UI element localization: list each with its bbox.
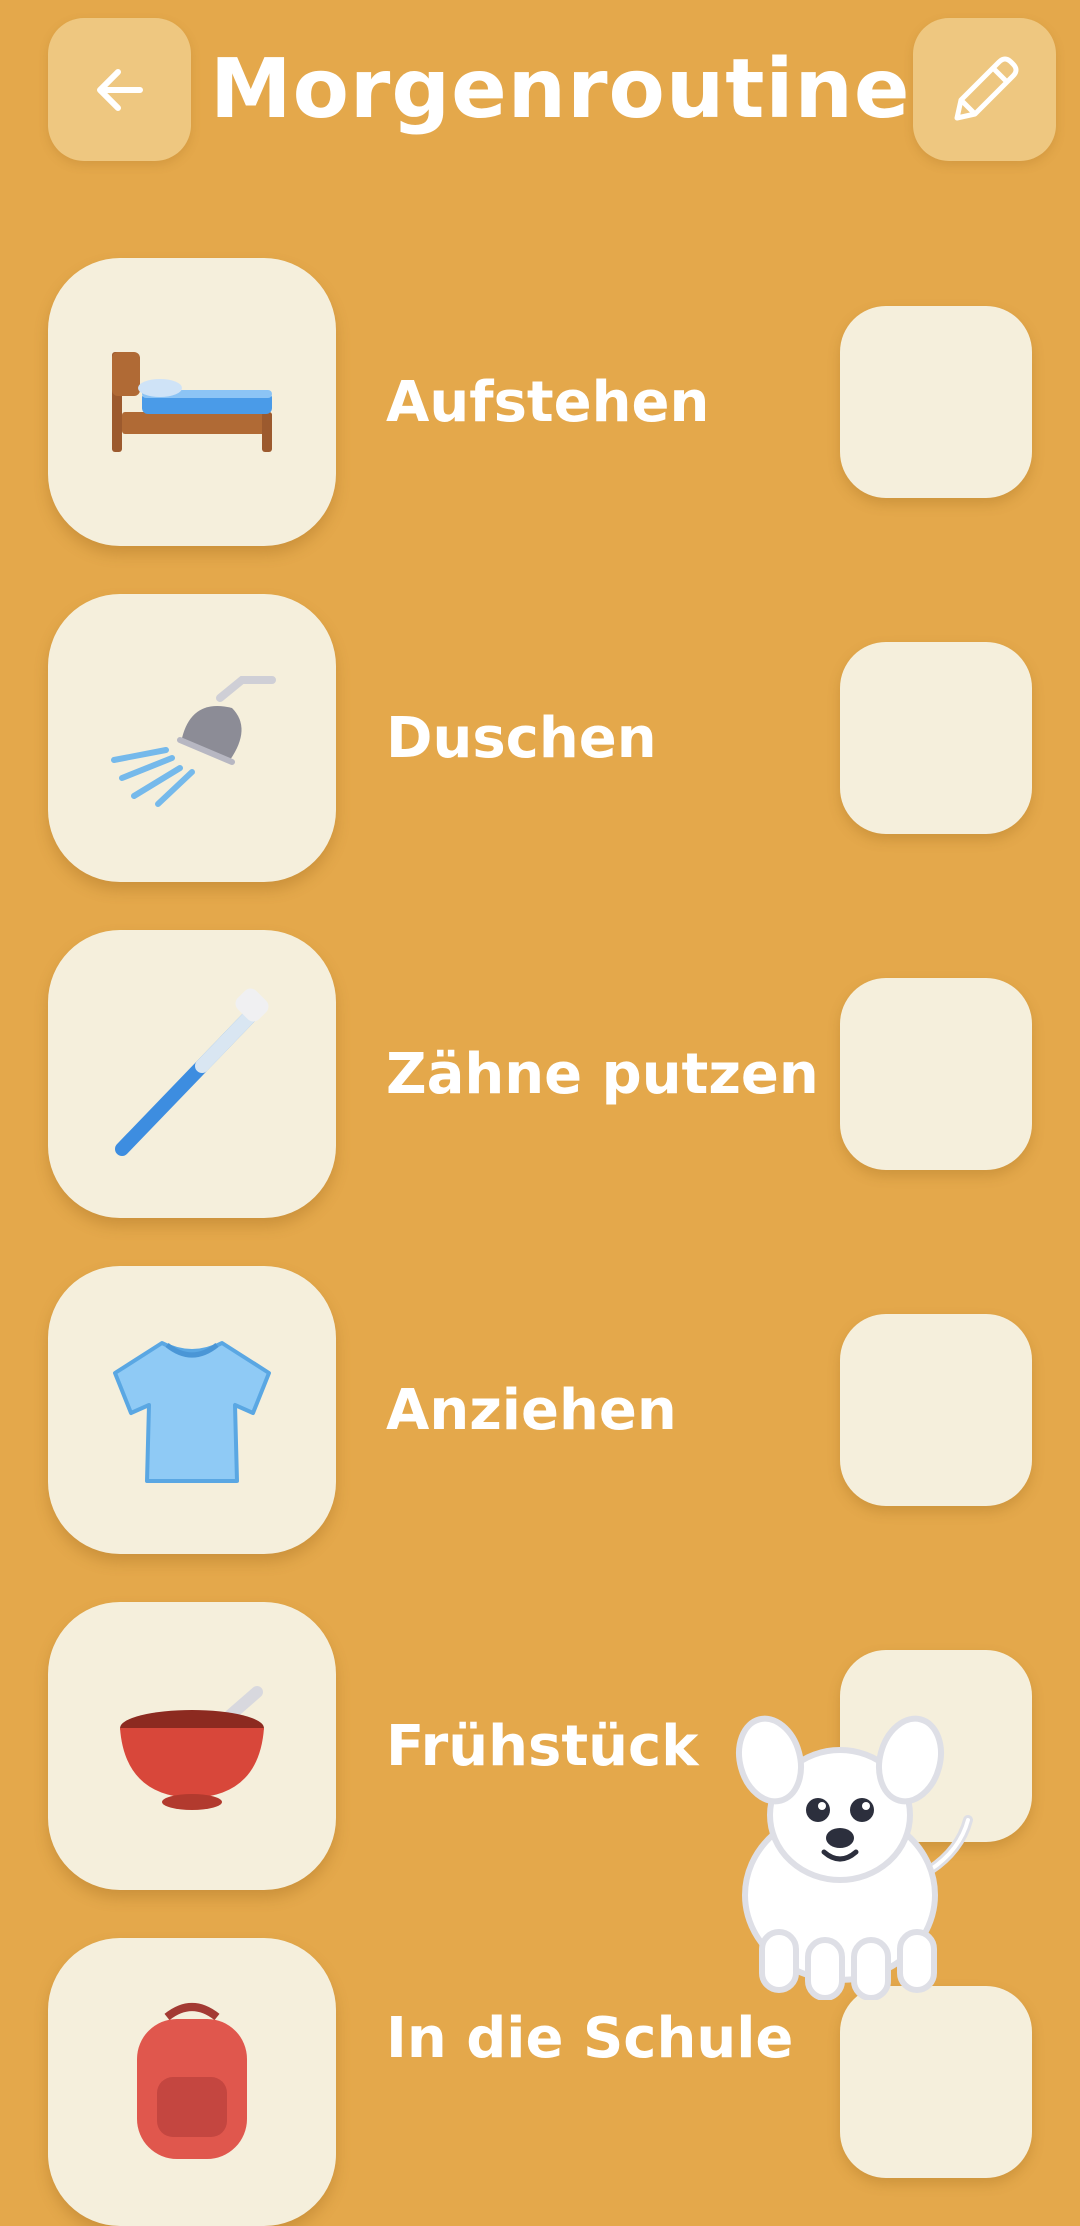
step-checkbox[interactable] xyxy=(840,978,1032,1170)
shower-icon xyxy=(111,676,276,807)
step-tile-duschen[interactable] xyxy=(48,594,336,882)
step-checkbox[interactable] xyxy=(840,306,1032,498)
bowl-icon xyxy=(120,1686,264,1810)
list-item: Duschen xyxy=(0,594,1080,882)
step-checkbox[interactable] xyxy=(840,1314,1032,1506)
back-button[interactable] xyxy=(48,18,191,161)
list-item: Aufstehen xyxy=(0,258,1080,546)
list-item: Zähne putzen xyxy=(0,930,1080,1218)
dog-mascot-icon xyxy=(736,1715,973,2001)
step-label: Anziehen xyxy=(386,1378,677,1443)
toothbrush-icon xyxy=(115,988,269,1156)
arrow-left-icon xyxy=(96,68,143,111)
step-checkbox[interactable] xyxy=(840,1986,1032,2178)
backpack-icon xyxy=(137,2003,247,2159)
step-label: In die Schule xyxy=(386,2006,794,2071)
step-tile-in-die-schule[interactable] xyxy=(48,1938,336,2226)
dog-mascot[interactable] xyxy=(730,1700,990,2001)
bed-icon xyxy=(112,352,272,452)
edit-button[interactable] xyxy=(913,18,1056,161)
tshirt-icon xyxy=(113,1341,271,1483)
step-tile-zaehne-putzen[interactable] xyxy=(48,930,336,1218)
list-item: Anziehen xyxy=(0,1266,1080,1554)
step-label: Zähne putzen xyxy=(386,1042,819,1107)
pencil-icon xyxy=(954,56,1018,120)
page-title: Morgenroutine xyxy=(210,42,911,137)
step-label: Aufstehen xyxy=(386,370,710,435)
step-tile-anziehen[interactable] xyxy=(48,1266,336,1554)
app-header: Morgenroutine xyxy=(0,0,1080,180)
step-label: Frühstück xyxy=(386,1714,699,1779)
step-label: Duschen xyxy=(386,706,657,771)
step-tile-aufstehen[interactable] xyxy=(48,258,336,546)
step-tile-fruehstueck[interactable] xyxy=(48,1602,336,1890)
step-checkbox[interactable] xyxy=(840,642,1032,834)
